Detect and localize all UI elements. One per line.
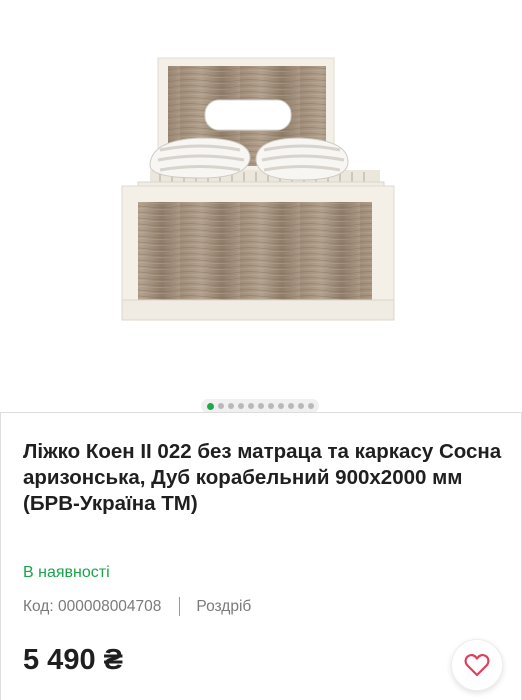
product-info-card: Ліжко Коен ІІ 022 без матраца та каркасу…	[0, 412, 522, 700]
carousel-dot[interactable]	[237, 403, 244, 409]
add-to-wishlist-button[interactable]	[451, 639, 503, 691]
carousel-dot[interactable]	[307, 403, 314, 409]
product-price: 5 490 ₴	[23, 644, 123, 676]
carousel-dot[interactable]	[297, 403, 304, 409]
bed-product-image	[121, 57, 395, 321]
availability-status: В наявності	[23, 564, 110, 581]
carousel-dot-active[interactable]	[206, 402, 214, 410]
carousel-dot[interactable]	[267, 403, 274, 409]
sale-type: Роздріб	[196, 597, 252, 615]
product-gallery[interactable]	[0, 0, 522, 413]
carousel-dot[interactable]	[257, 403, 264, 409]
carousel-indicator[interactable]	[201, 399, 319, 413]
carousel-dot[interactable]	[247, 403, 254, 409]
carousel-dot[interactable]	[277, 403, 284, 409]
carousel-dot[interactable]	[227, 403, 234, 409]
meta-divider	[179, 597, 181, 616]
product-title: Ліжко Коен ІІ 022 без матраца та каркасу…	[23, 440, 502, 515]
product-code: Код: 000008004708	[23, 597, 162, 615]
carousel-dot[interactable]	[287, 403, 294, 409]
product-meta: Код: 000008004708 Роздріб	[23, 597, 251, 616]
heart-icon	[464, 653, 490, 677]
carousel-dot[interactable]	[217, 403, 224, 409]
